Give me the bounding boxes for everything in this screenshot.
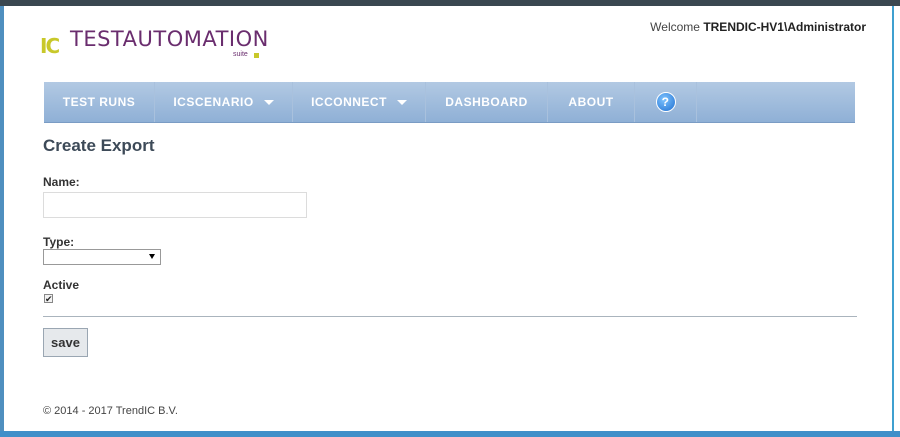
nav-about[interactable]: ABOUT [548,82,635,122]
nav-icconnect-label: ICCONNECT [311,95,387,109]
nav-icscenario[interactable]: ICSCENARIO [155,82,293,122]
nav-test-runs-label: TEST RUNS [62,95,136,109]
form-divider [43,316,857,317]
nav-icconnect[interactable]: ICCONNECT [293,82,426,122]
active-checkbox[interactable]: ✔ [44,294,53,304]
logo-mark: IC [40,34,60,58]
active-label: Active [43,278,80,292]
logo-suite: suite [233,51,248,58]
footer-copyright: © 2014 - 2017 TrendIC B.V. [43,405,178,417]
name-input[interactable] [43,192,307,218]
welcome-user: TRENDIC-HV1\Administrator [703,20,866,34]
nav-test-runs[interactable]: TEST RUNS [44,82,155,122]
chevron-down-icon [396,99,407,105]
type-label: Type: [43,235,75,249]
chevron-down-icon [263,99,274,105]
testautomation-logo[interactable]: IC TESTAUTOMATION suite [40,27,280,62]
page-title: Create Export [43,136,155,155]
logo-text: TESTAUTOMATION [70,27,269,51]
logo-dot [254,53,259,58]
window-bottom-edge [0,431,900,437]
welcome-prefix: Welcome [650,20,700,34]
nav-about-label: ABOUT [568,95,614,109]
question-circle-icon: ? [655,92,676,112]
window-right-edge [893,6,900,437]
dropdown-arrow-icon [149,254,155,259]
type-select[interactable] [43,249,161,265]
page-frame [4,6,894,431]
nav-help[interactable]: ? [635,82,697,122]
main-nav: TEST RUNS ICSCENARIO ICCONNECT DASHBOARD… [44,82,855,123]
nav-icscenario-label: ICSCENARIO [173,95,254,109]
nav-dashboard-label: DASHBOARD [445,95,528,109]
name-label: Name: [43,175,80,189]
welcome-message: Welcome TRENDIC-HV1\Administrator [650,20,866,34]
nav-dashboard[interactable]: DASHBOARD [426,82,548,122]
save-button[interactable]: save [43,328,88,357]
